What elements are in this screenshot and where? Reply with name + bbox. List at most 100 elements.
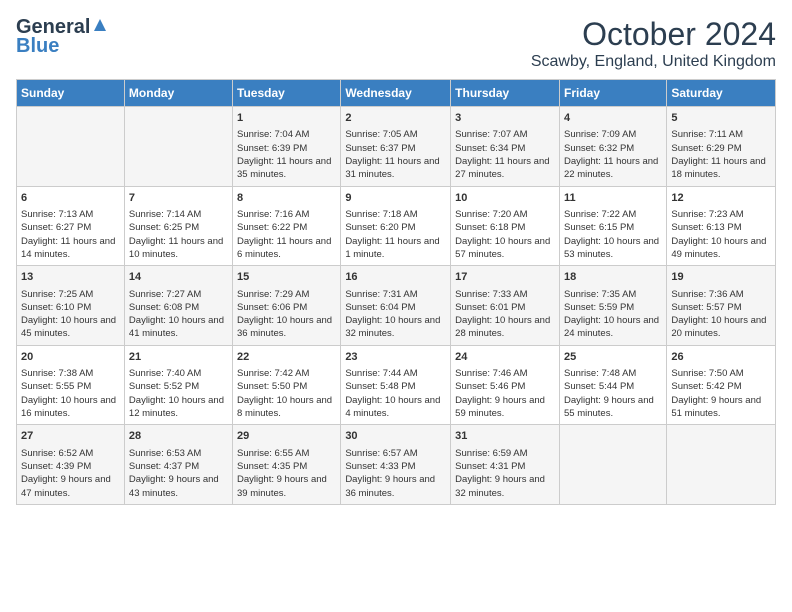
cell-info: Sunset: 6:18 PM: [455, 221, 555, 234]
location: Scawby, England, United Kingdom: [531, 53, 776, 71]
cell-info: Daylight: 10 hours and 57 minutes.: [455, 235, 555, 262]
day-number: 4: [564, 111, 662, 126]
day-number: 18: [564, 270, 662, 285]
day-number: 16: [345, 270, 446, 285]
cell-2-7: 12Sunrise: 7:23 AMSunset: 6:13 PMDayligh…: [667, 186, 776, 266]
cell-info: Daylight: 10 hours and 32 minutes.: [345, 314, 446, 341]
cell-info: Sunrise: 7:23 AM: [671, 208, 771, 221]
day-number: 6: [21, 191, 120, 206]
cell-info: Sunrise: 7:04 AM: [237, 128, 336, 141]
cell-info: Daylight: 9 hours and 59 minutes.: [455, 394, 555, 421]
cell-5-3: 29Sunrise: 6:55 AMSunset: 4:35 PMDayligh…: [233, 425, 341, 505]
cell-info: Daylight: 11 hours and 31 minutes.: [345, 155, 446, 182]
cell-info: Sunset: 6:13 PM: [671, 221, 771, 234]
cell-info: Sunset: 6:39 PM: [237, 142, 336, 155]
day-number: 20: [21, 350, 120, 365]
cell-info: Daylight: 9 hours and 32 minutes.: [455, 473, 555, 500]
cell-5-6: [559, 425, 666, 505]
cell-info: Daylight: 10 hours and 36 minutes.: [237, 314, 336, 341]
cell-5-5: 31Sunrise: 6:59 AMSunset: 4:31 PMDayligh…: [451, 425, 560, 505]
day-header-friday: Friday: [559, 80, 666, 107]
week-row-2: 6Sunrise: 7:13 AMSunset: 6:27 PMDaylight…: [17, 186, 776, 266]
cell-info: Sunset: 6:34 PM: [455, 142, 555, 155]
cell-info: Daylight: 10 hours and 12 minutes.: [129, 394, 228, 421]
cell-info: Daylight: 10 hours and 8 minutes.: [237, 394, 336, 421]
cell-info: Daylight: 11 hours and 10 minutes.: [129, 235, 228, 262]
cell-info: Daylight: 10 hours and 20 minutes.: [671, 314, 771, 341]
cell-info: Daylight: 9 hours and 55 minutes.: [564, 394, 662, 421]
cell-info: Daylight: 10 hours and 16 minutes.: [21, 394, 120, 421]
day-number: 5: [671, 111, 771, 126]
cell-info: Daylight: 9 hours and 36 minutes.: [345, 473, 446, 500]
day-number: 24: [455, 350, 555, 365]
cell-info: Sunrise: 7:14 AM: [129, 208, 228, 221]
cell-info: Daylight: 11 hours and 35 minutes.: [237, 155, 336, 182]
cell-info: Sunset: 5:44 PM: [564, 380, 662, 393]
week-row-1: 1Sunrise: 7:04 AMSunset: 6:39 PMDaylight…: [17, 107, 776, 187]
day-number: 25: [564, 350, 662, 365]
logo: General Blue: [16, 16, 108, 58]
cell-info: Sunrise: 6:55 AM: [237, 447, 336, 460]
cell-info: Sunrise: 7:50 AM: [671, 367, 771, 380]
cell-info: Sunset: 5:42 PM: [671, 380, 771, 393]
cell-info: Sunrise: 7:48 AM: [564, 367, 662, 380]
day-header-monday: Monday: [124, 80, 232, 107]
cell-1-6: 4Sunrise: 7:09 AMSunset: 6:32 PMDaylight…: [559, 107, 666, 187]
cell-info: Sunrise: 7:20 AM: [455, 208, 555, 221]
cell-2-2: 7Sunrise: 7:14 AMSunset: 6:25 PMDaylight…: [124, 186, 232, 266]
cell-info: Sunrise: 7:22 AM: [564, 208, 662, 221]
cell-info: Sunset: 4:31 PM: [455, 460, 555, 473]
cell-3-3: 15Sunrise: 7:29 AMSunset: 6:06 PMDayligh…: [233, 266, 341, 346]
cell-info: Sunset: 5:46 PM: [455, 380, 555, 393]
cell-4-5: 24Sunrise: 7:46 AMSunset: 5:46 PMDayligh…: [451, 345, 560, 425]
day-number: 23: [345, 350, 446, 365]
cell-info: Sunset: 5:52 PM: [129, 380, 228, 393]
cell-info: Sunset: 4:35 PM: [237, 460, 336, 473]
cell-info: Sunrise: 7:31 AM: [345, 288, 446, 301]
day-header-saturday: Saturday: [667, 80, 776, 107]
cell-3-1: 13Sunrise: 7:25 AMSunset: 6:10 PMDayligh…: [17, 266, 125, 346]
cell-info: Sunrise: 7:33 AM: [455, 288, 555, 301]
cell-5-2: 28Sunrise: 6:53 AMSunset: 4:37 PMDayligh…: [124, 425, 232, 505]
day-number: 30: [345, 429, 446, 444]
cell-info: Sunset: 6:22 PM: [237, 221, 336, 234]
cell-info: Daylight: 10 hours and 24 minutes.: [564, 314, 662, 341]
cell-2-3: 8Sunrise: 7:16 AMSunset: 6:22 PMDaylight…: [233, 186, 341, 266]
cell-info: Daylight: 9 hours and 51 minutes.: [671, 394, 771, 421]
cell-info: Sunset: 6:37 PM: [345, 142, 446, 155]
cell-4-6: 25 Sunrise: 7:48 AMSunset: 5:44 PMDayligh…: [559, 345, 666, 425]
cell-2-5: 10Sunrise: 7:20 AMSunset: 6:18 PMDayligh…: [451, 186, 560, 266]
page-header: General Blue October 2024 Scawby, Englan…: [16, 16, 776, 71]
day-number: 8: [237, 191, 336, 206]
cell-3-6: 18Sunrise: 7:35 AMSunset: 5:59 PMDayligh…: [559, 266, 666, 346]
cell-info: Sunset: 6:27 PM: [21, 221, 120, 234]
day-number: 13: [21, 270, 120, 285]
cell-info: Sunset: 6:04 PM: [345, 301, 446, 314]
day-number: 21: [129, 350, 228, 365]
cell-info: Sunset: 6:15 PM: [564, 221, 662, 234]
cell-info: Daylight: 10 hours and 4 minutes.: [345, 394, 446, 421]
cell-5-7: [667, 425, 776, 505]
cell-4-3: 22Sunrise: 7:42 AMSunset: 5:50 PMDayligh…: [233, 345, 341, 425]
cell-info: Daylight: 9 hours and 47 minutes.: [21, 473, 120, 500]
cell-info: Sunrise: 6:57 AM: [345, 447, 446, 460]
cell-info: Sunrise: 7:07 AM: [455, 128, 555, 141]
day-number: 9: [345, 191, 446, 206]
day-number: 31: [455, 429, 555, 444]
day-number: 26: [671, 350, 771, 365]
day-number: 7: [129, 191, 228, 206]
cell-1-1: [17, 107, 125, 187]
cell-info: Sunset: 5:57 PM: [671, 301, 771, 314]
cell-1-2: [124, 107, 232, 187]
cell-info: Sunset: 6:32 PM: [564, 142, 662, 155]
cell-info: Sunset: 6:20 PM: [345, 221, 446, 234]
cell-info: Sunrise: 6:53 AM: [129, 447, 228, 460]
cell-5-4: 30Sunrise: 6:57 AMSunset: 4:33 PMDayligh…: [341, 425, 451, 505]
cell-4-2: 21Sunrise: 7:40 AMSunset: 5:52 PMDayligh…: [124, 345, 232, 425]
cell-info: Sunrise: 7:16 AM: [237, 208, 336, 221]
cell-info: Daylight: 11 hours and 27 minutes.: [455, 155, 555, 182]
calendar-header-row: SundayMondayTuesdayWednesdayThursdayFrid…: [17, 80, 776, 107]
cell-2-6: 11Sunrise: 7:22 AMSunset: 6:15 PMDayligh…: [559, 186, 666, 266]
logo-blue: Blue: [16, 35, 59, 58]
cell-info: Sunrise: 6:52 AM: [21, 447, 120, 460]
